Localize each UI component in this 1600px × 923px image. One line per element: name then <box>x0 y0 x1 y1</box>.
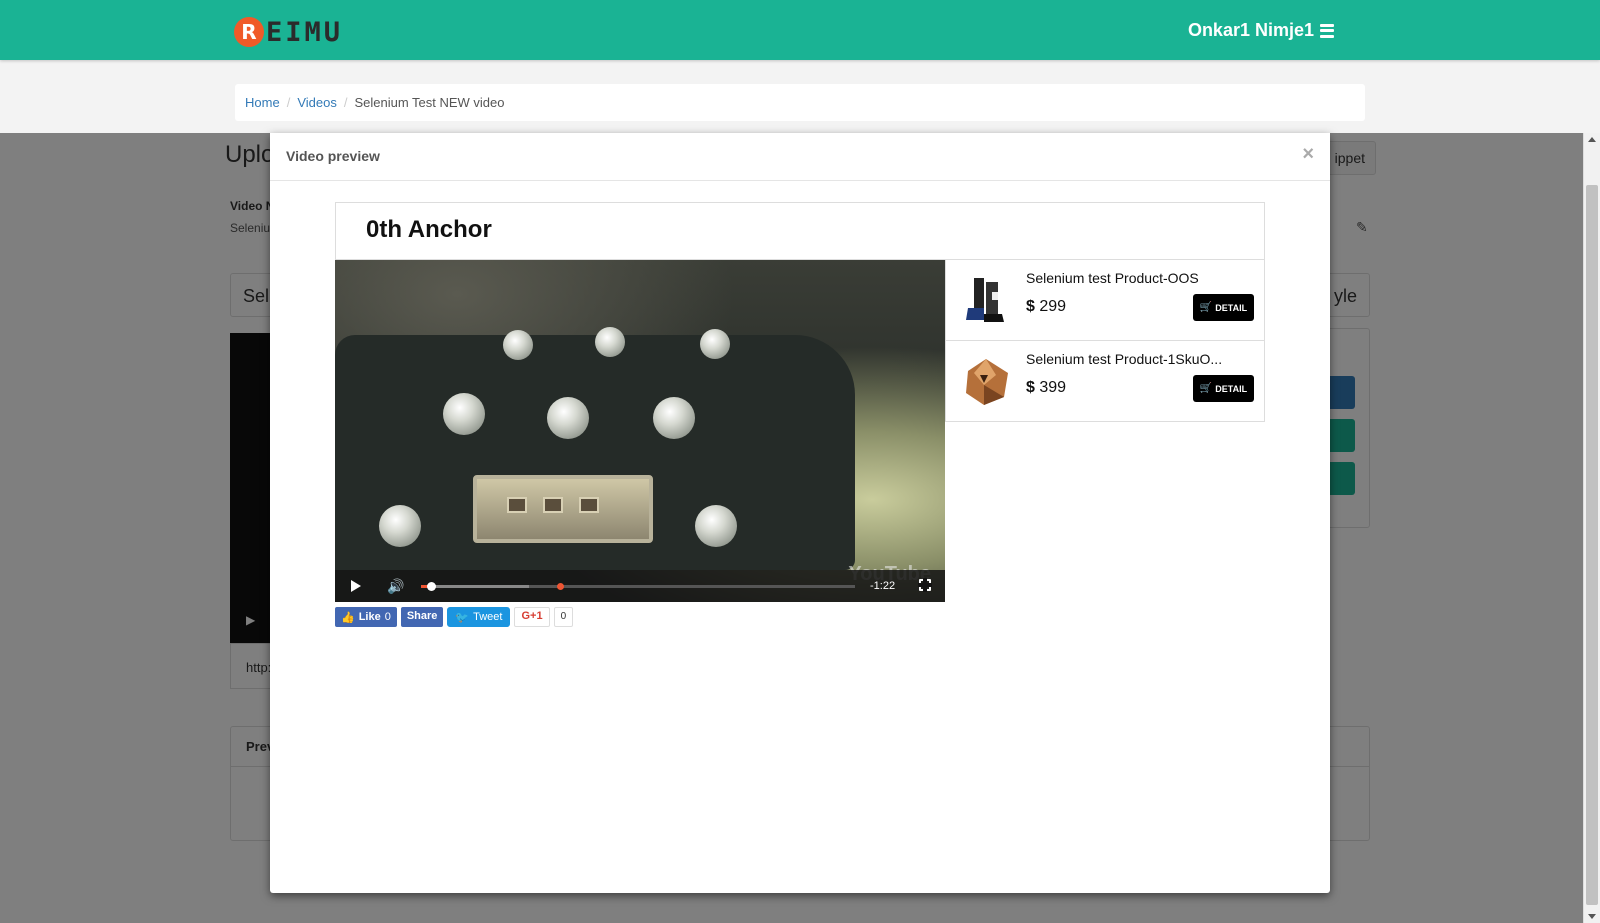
video-player[interactable]: YouTube 🔊 -1:22 <box>335 260 945 602</box>
anchor-title: 0th Anchor <box>335 202 1265 260</box>
progress-marker[interactable] <box>557 583 564 590</box>
breadcrumb: Home / Videos / Selenium Test NEW video <box>235 84 1365 121</box>
modal-header: Video preview × <box>270 133 1330 181</box>
detail-button-label: DETAIL <box>1215 383 1248 394</box>
tweet-button[interactable]: 🐦 Tweet <box>447 607 511 627</box>
twitter-bird-icon: 🐦 <box>455 611 470 624</box>
product-list: Selenium test Product-OOS $ 299 🛒 DETAIL <box>945 260 1265 422</box>
reimu-logo[interactable]: R EIMU <box>234 16 343 48</box>
fullscreen-icon[interactable] <box>918 578 932 592</box>
volume-icon[interactable]: 🔊 <box>387 578 404 595</box>
cart-icon: 🛒 <box>1199 383 1213 394</box>
user-name: Onkar1 Nimje1 <box>1187 20 1314 40</box>
product-name[interactable]: Selenium test Product-OOS <box>1026 270 1226 286</box>
close-icon[interactable]: × <box>1302 143 1314 166</box>
breadcrumb-videos[interactable]: Videos <box>297 95 337 110</box>
boots-thumbnail-icon <box>966 278 1004 322</box>
progress-knob[interactable] <box>426 582 436 591</box>
cart-icon: 🛒 <box>1199 302 1213 313</box>
progress-buffer <box>421 585 529 588</box>
logo-mark: R <box>234 17 264 47</box>
time-remaining: -1:22 <box>870 580 896 592</box>
price-value: 299 <box>1039 298 1067 315</box>
tweet-label: Tweet <box>473 611 503 623</box>
breadcrumb-home[interactable]: Home <box>245 95 280 110</box>
player-controls: 🔊 -1:22 <box>335 570 945 602</box>
price-value: 399 <box>1039 379 1067 396</box>
google-plus-button[interactable]: G+1 <box>514 607 550 627</box>
product-name[interactable]: Selenium test Product-1SkuO... <box>1026 351 1226 367</box>
hamburger-icon[interactable] <box>1320 23 1334 38</box>
modal-title: Video preview <box>286 148 380 164</box>
thumbs-up-icon: 👍 <box>341 611 355 624</box>
progress-bar[interactable] <box>421 582 855 591</box>
detail-button-label: DETAIL <box>1215 302 1248 313</box>
breadcrumb-separator: / <box>286 95 291 110</box>
social-buttons: 👍 Like 0 Share 🐦 Tweet G+1 0 <box>335 607 574 627</box>
product-card[interactable]: Selenium test Product-1SkuO... $ 399 🛒 D… <box>946 341 1264 422</box>
breadcrumb-current: Selenium Test NEW video <box>354 95 505 110</box>
video-frame-bag <box>335 327 855 570</box>
currency-symbol: $ <box>1026 298 1035 315</box>
logo-text: EIMU <box>266 16 344 48</box>
like-label: Like <box>358 611 381 623</box>
scroll-thumb[interactable] <box>1586 185 1598 905</box>
detail-button[interactable]: 🛒 DETAIL <box>1193 375 1254 402</box>
perfume-thumbnail-icon <box>966 359 1008 405</box>
facebook-share-button[interactable]: Share <box>400 607 444 627</box>
user-menu[interactable]: Onkar1 Nimje1 <box>1188 20 1334 41</box>
preview-frame: 0th Anchor YouTube 🔊 <box>335 202 1265 642</box>
top-navbar: R EIMU Onkar1 Nimje1 <box>0 0 1600 60</box>
google-plus-count: 0 <box>553 607 574 627</box>
product-card[interactable]: Selenium test Product-OOS $ 299 🛒 DETAIL <box>946 260 1264 341</box>
video-preview-modal: Video preview × 0th Anchor YouTube <box>270 133 1330 893</box>
scroll-up-arrow-icon[interactable] <box>1588 137 1596 142</box>
scroll-down-arrow-icon[interactable] <box>1588 914 1596 919</box>
product-price: $ 299 <box>1026 298 1066 316</box>
currency-symbol: $ <box>1026 379 1035 396</box>
play-icon[interactable] <box>351 580 361 592</box>
product-price: $ 399 <box>1026 379 1066 397</box>
breadcrumb-separator: / <box>343 95 348 110</box>
like-count: 0 <box>384 611 391 623</box>
facebook-like-button[interactable]: 👍 Like 0 <box>335 607 397 627</box>
detail-button[interactable]: 🛒 DETAIL <box>1193 294 1254 321</box>
page-scrollbar[interactable] <box>1583 133 1600 923</box>
